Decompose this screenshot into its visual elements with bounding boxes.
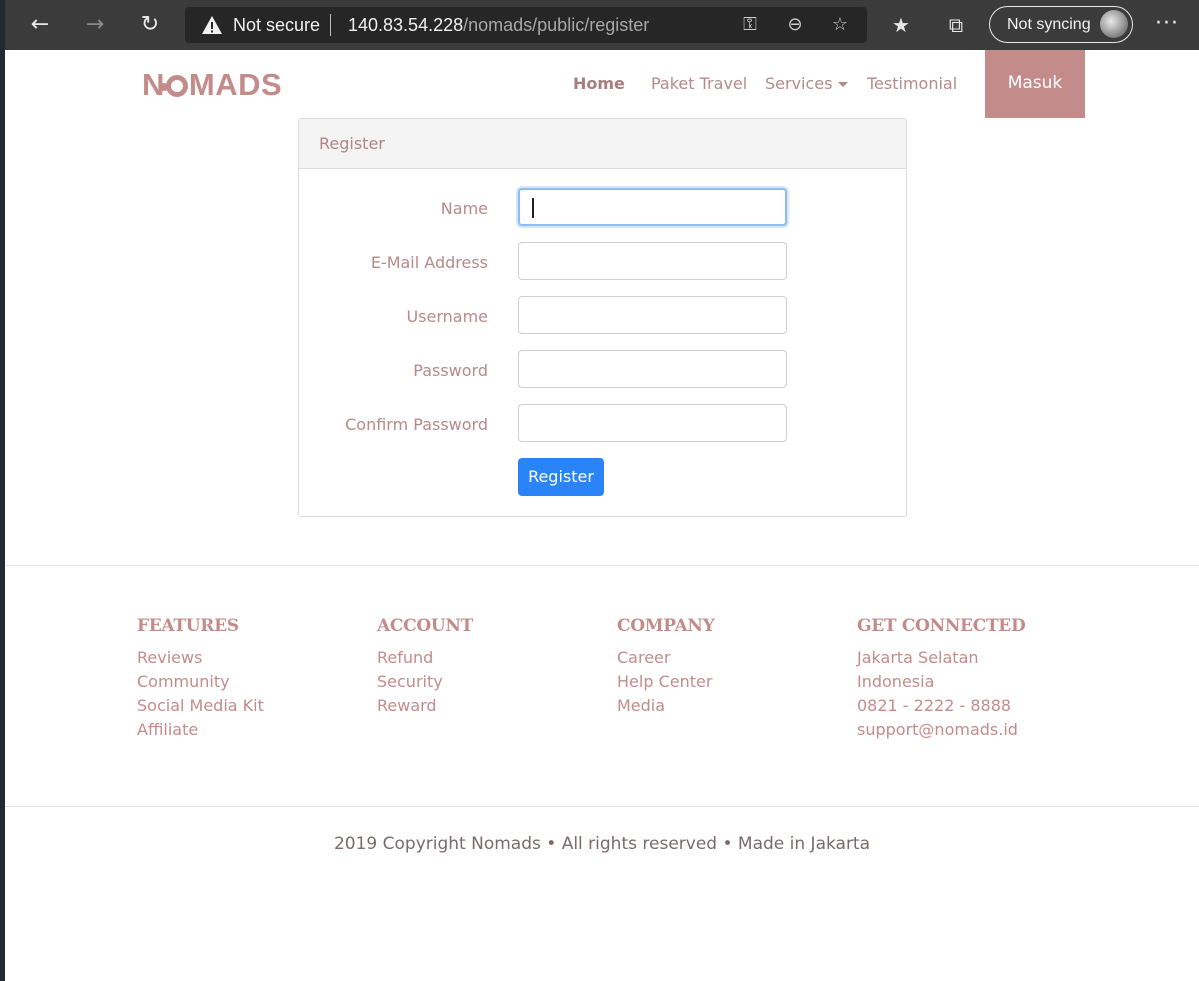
footer-link-media[interactable]: Media <box>617 694 714 718</box>
logo-text-right: MADS <box>188 67 283 102</box>
footer-company: COMPANY Career Help Center Media <box>617 616 715 718</box>
sync-status: Not syncing <box>1007 16 1091 33</box>
nav-home[interactable]: Home <box>573 74 625 93</box>
page-content: N MADS Home Paket Travel Services Testimo… <box>5 50 1199 981</box>
footer-link-community[interactable]: Community <box>137 670 264 694</box>
footer-heading: GET CONNECTED <box>857 616 1026 636</box>
url-text[interactable]: 140.83.54.228/nomads/public/register <box>348 15 649 36</box>
more-icon[interactable]: ··· <box>1155 11 1179 36</box>
logo-o-mark <box>159 75 188 97</box>
back-icon[interactable]: ← <box>25 10 55 40</box>
password-label: Password <box>413 361 488 380</box>
url-path: /nomads/public/register <box>463 15 650 35</box>
footer-account: ACCOUNT Refund Security Reward <box>377 616 473 718</box>
name-label: Name <box>440 199 488 218</box>
footer-link-help-center[interactable]: Help Center <box>617 670 714 694</box>
email-input[interactable] <box>518 242 787 280</box>
address-bar[interactable]: Not secure 140.83.54.228/nomads/public/r… <box>185 7 867 43</box>
zoom-out-icon[interactable]: ⊖ <box>783 14 807 36</box>
username-input[interactable] <box>518 296 787 334</box>
register-button[interactable]: Register <box>518 458 604 496</box>
nav-paket-travel[interactable]: Paket Travel <box>651 74 747 93</box>
footer-heading: COMPANY <box>617 616 715 636</box>
card-header: Register <box>299 119 906 169</box>
footer-link-career[interactable]: Career <box>617 646 714 670</box>
profile-sync-button[interactable]: Not syncing <box>989 6 1133 43</box>
forward-icon[interactable]: → <box>80 10 110 40</box>
text-cursor <box>532 198 534 218</box>
logo-dot <box>159 83 168 91</box>
footer-heading: FEATURES <box>137 616 239 636</box>
refresh-icon[interactable]: ↻ <box>135 10 165 40</box>
email-label: E-Mail Address <box>370 253 488 272</box>
login-button[interactable]: Masuk <box>985 50 1085 118</box>
register-card: Register Name E-Mail Address Username Pa… <box>298 118 907 517</box>
nomads-logo[interactable]: N MADS <box>142 67 283 102</box>
confirm-password-label: Confirm Password <box>345 415 488 434</box>
footer-bottom-divider <box>5 806 1199 807</box>
footer-link-security[interactable]: Security <box>377 670 473 694</box>
footer-features: FEATURES Reviews Community Social Media … <box>137 616 264 742</box>
nav-testimonial[interactable]: Testimonial <box>867 74 957 93</box>
profile-avatar <box>1100 10 1128 38</box>
footer-get-connected: GET CONNECTED Jakarta Selatan Indonesia … <box>857 616 1026 742</box>
footer-email[interactable]: support@nomads.id <box>857 718 1025 742</box>
footer-top-divider <box>5 565 1199 566</box>
footer-address-city: Jakarta Selatan <box>857 648 979 667</box>
favorites-icon[interactable]: ★ <box>888 12 914 38</box>
browser-toolbar: ← → ↻ Not secure 140.83.54.228/nomads/pu… <box>5 0 1199 50</box>
add-favorite-icon[interactable]: ☆ <box>828 14 852 36</box>
footer-phone[interactable]: 0821 - 2222 - 8888 <box>857 694 1025 718</box>
nav-services[interactable]: Services <box>765 74 849 93</box>
footer-link-reviews[interactable]: Reviews <box>137 646 264 670</box>
chevron-down-icon <box>838 82 849 87</box>
username-label: Username <box>406 307 488 326</box>
omnibox-separator <box>330 14 331 36</box>
confirm-password-input[interactable] <box>518 404 787 442</box>
footer-address-country: Indonesia <box>857 672 935 691</box>
url-host: 140.83.54.228 <box>348 15 464 35</box>
collections-icon[interactable]: ⧉ <box>943 12 969 38</box>
key-icon[interactable]: ⚿ <box>738 14 762 36</box>
footer-heading: ACCOUNT <box>377 616 473 636</box>
footer-link-social-media-kit[interactable]: Social Media Kit <box>137 694 264 718</box>
footer-link-refund[interactable]: Refund <box>377 646 473 670</box>
footer-link-affiliate[interactable]: Affiliate <box>137 718 264 742</box>
nav-services-label: Services <box>765 74 833 93</box>
footer-link-reward[interactable]: Reward <box>377 694 473 718</box>
warning-icon[interactable] <box>201 15 223 35</box>
name-input[interactable] <box>518 188 787 226</box>
copyright-text: 2019 Copyright Nomads • All rights reser… <box>333 834 871 854</box>
card-title: Register <box>319 134 385 153</box>
security-status[interactable]: Not secure <box>233 15 320 36</box>
password-input[interactable] <box>518 350 787 388</box>
